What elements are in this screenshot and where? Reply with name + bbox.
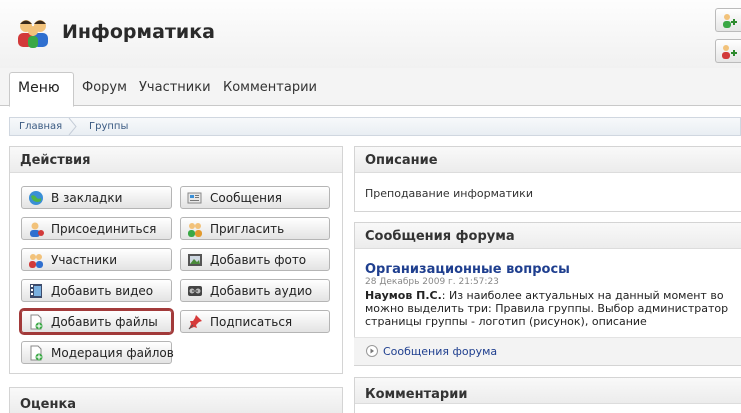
file-moderation-button[interactable]: Модерация файлов bbox=[21, 341, 174, 364]
tab-forum[interactable]: Форум bbox=[82, 80, 127, 95]
rating-title: Оценка bbox=[20, 397, 77, 412]
description-text: Преподавание информатики bbox=[365, 187, 533, 200]
add-files-button[interactable]: Добавить файлы bbox=[19, 308, 174, 335]
comments-title: Комментарии bbox=[365, 387, 468, 402]
add-video-button[interactable]: Добавить видео bbox=[21, 279, 172, 302]
forum-post-date: 28 Декабрь 2009 г. 21:57:23 bbox=[365, 277, 499, 287]
message-icon bbox=[187, 192, 202, 204]
description-panel: Описание bbox=[354, 146, 741, 212]
invite-icon bbox=[188, 223, 202, 237]
messages-button[interactable]: Сообщения bbox=[180, 186, 330, 209]
globe-icon bbox=[29, 191, 43, 205]
forum-post-excerpt: Наумов П.С.: Из наиболее актуальных на д… bbox=[365, 289, 729, 328]
breadcrumb-home-link[interactable]: Главная bbox=[19, 121, 62, 132]
join-button[interactable]: Присоединиться bbox=[21, 217, 172, 240]
arrow-right-circle-icon bbox=[366, 345, 378, 357]
add-audio-button[interactable]: Добавить аудио bbox=[180, 279, 330, 302]
add-user-icon bbox=[723, 14, 737, 28]
user-join-icon bbox=[30, 222, 44, 237]
forum-title: Сообщения форума bbox=[365, 229, 515, 244]
actions-title: Действия bbox=[20, 153, 91, 168]
file-moderation-icon bbox=[30, 345, 43, 361]
breadcrumb-groups-link[interactable]: Группы bbox=[89, 121, 128, 132]
page-title: Информатика bbox=[62, 21, 215, 43]
forum-post-author[interactable]: Наумов П.С. bbox=[365, 289, 442, 302]
tab-menu[interactable]: Меню bbox=[9, 72, 74, 107]
bookmark-button[interactable]: В закладки bbox=[21, 186, 172, 209]
add-file-icon bbox=[30, 314, 43, 330]
tab-members[interactable]: Участники bbox=[139, 80, 211, 95]
tab-comments[interactable]: Комментарии bbox=[223, 80, 317, 95]
pin-icon bbox=[188, 315, 202, 330]
forum-topic-link[interactable]: Организационные вопросы bbox=[365, 262, 570, 277]
invite-button[interactable]: Пригласить bbox=[180, 217, 330, 240]
forum-more-link[interactable]: Сообщения форума bbox=[383, 345, 497, 358]
corner-add-group-button[interactable] bbox=[715, 39, 741, 63]
audio-icon bbox=[188, 286, 202, 296]
photo-icon bbox=[188, 254, 202, 266]
add-group-icon bbox=[722, 45, 737, 59]
members-button[interactable]: Участники bbox=[21, 248, 172, 271]
members-icon bbox=[29, 254, 43, 268]
group-logo-icon bbox=[18, 20, 48, 48]
video-icon bbox=[30, 284, 42, 298]
description-title: Описание bbox=[365, 153, 438, 168]
corner-add-user-button[interactable] bbox=[715, 8, 741, 32]
comments-panel: Комментарии bbox=[354, 377, 741, 413]
subscribe-button[interactable]: Подписаться bbox=[180, 310, 330, 333]
add-photo-button[interactable]: Добавить фото bbox=[180, 248, 330, 271]
breadcrumb-separator-icon bbox=[68, 118, 77, 135]
rating-panel: Оценка bbox=[9, 387, 343, 413]
